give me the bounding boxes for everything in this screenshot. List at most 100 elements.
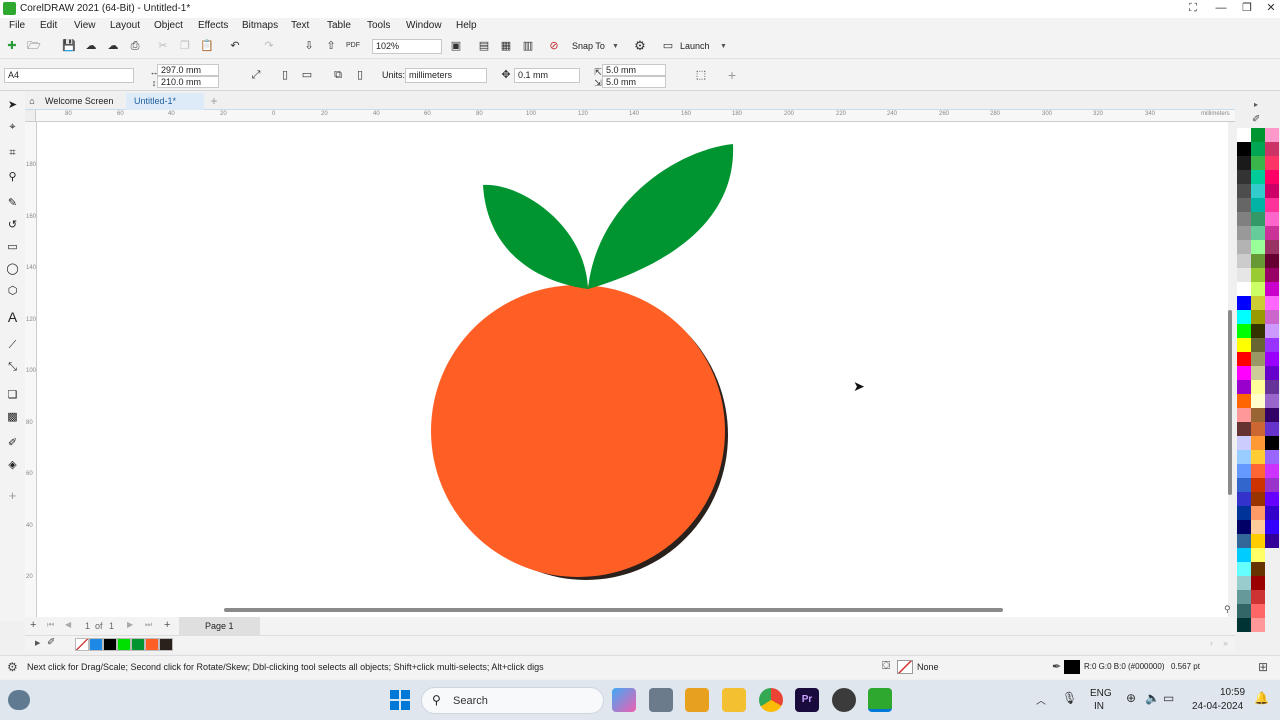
palette-swatch[interactable] [1265,268,1279,282]
launch-dropdown-icon[interactable]: ▼ [720,43,727,50]
horizontal-ruler[interactable]: 80 60 40 20 0 20 40 60 80 100 120 140 16… [25,110,1235,122]
palette-swatch[interactable] [1265,380,1279,394]
zoom-tool-icon[interactable]: ⚲ [4,169,21,186]
status-grid-icon[interactable]: ⊞ [1258,660,1268,674]
landscape-icon[interactable]: ▭ [299,67,315,83]
palette-swatch[interactable] [1237,492,1251,506]
windows-start-icon[interactable] [390,690,410,710]
palette-swatch[interactable] [1265,254,1279,268]
palette-swatch[interactable] [1265,198,1279,212]
outline-color-swatch[interactable] [1064,660,1080,674]
palette-swatch[interactable] [1251,576,1265,590]
palette-swatch[interactable] [1265,156,1279,170]
show-rulers-icon[interactable]: ▤ [476,38,492,54]
launch-icon[interactable]: ▭ [660,38,676,54]
publish-pdf-icon[interactable]: PDF [345,38,361,54]
crop-tool-icon[interactable]: ⌗ [4,145,21,162]
menu-tools[interactable]: Tools [367,20,390,31]
menu-help[interactable]: Help [456,20,477,31]
palette-swatch[interactable] [1265,282,1279,296]
palette-swatch[interactable] [1251,408,1265,422]
save-icon[interactable]: 💾 [61,38,77,54]
palette-swatch[interactable] [1265,478,1279,492]
palette-eyedropper-icon[interactable]: ✐ [1252,114,1260,125]
palette-swatch[interactable] [1237,450,1251,464]
menu-table[interactable]: Table [327,20,351,31]
current-page-icon[interactable]: ▯ [352,67,368,83]
import-icon[interactable]: ⇩ [301,38,317,54]
doc-palette-swatch[interactable] [131,638,145,651]
coreldraw-taskbar-icon[interactable] [868,688,892,712]
duplicate-y-field[interactable]: 5.0 mm [602,76,666,88]
connector-tool-icon[interactable]: ⤡ [4,359,21,376]
nudge-distance-field[interactable]: 0.1 mm [514,68,580,83]
palette-swatch[interactable] [1237,520,1251,534]
show-hidden-icons[interactable]: ︿ [1036,692,1046,707]
palette-swatch[interactable] [1237,240,1251,254]
palette-swatch[interactable] [1237,296,1251,310]
palette-swatch[interactable] [1237,338,1251,352]
palette-swatch[interactable] [1251,548,1265,562]
media-player-icon[interactable] [685,688,709,712]
palette-swatch[interactable] [1251,478,1265,492]
doc-palette-swatch[interactable] [117,638,131,651]
next-page-icon[interactable]: ▶ [127,620,133,629]
palette-scroll-up-icon[interactable]: ▸ [1254,100,1258,109]
treat-as-filled-icon[interactable]: ⬚ [693,67,709,83]
language-top[interactable]: ENG [1090,688,1112,699]
palette-swatch[interactable] [1237,422,1251,436]
doc-palette-eyedropper-icon[interactable]: ✐ [47,637,55,648]
obs-icon[interactable] [832,688,856,712]
drawing-canvas[interactable]: ➤ [37,122,1228,617]
palette-swatch[interactable] [1237,604,1251,618]
page-1-tab[interactable]: Page 1 [179,617,260,635]
palette-swatch[interactable] [1237,464,1251,478]
doc-palette-swatch[interactable] [103,638,117,651]
palette-swatch[interactable] [1237,198,1251,212]
right-leaf[interactable] [588,144,734,289]
palette-swatch[interactable] [1251,366,1265,380]
add-page-after-icon[interactable]: + [164,619,170,631]
palette-swatch[interactable] [1265,506,1279,520]
palette-swatch[interactable] [1265,450,1279,464]
palette-swatch[interactable] [1251,604,1265,618]
palette-swatch[interactable] [1265,142,1279,156]
palette-swatch[interactable] [1251,520,1265,534]
palette-swatch[interactable] [1251,268,1265,282]
palette-swatch[interactable] [1251,324,1265,338]
palette-swatch[interactable] [1265,436,1279,450]
palette-swatch[interactable] [1251,240,1265,254]
palette-swatch[interactable] [1237,366,1251,380]
palette-swatch[interactable] [1237,310,1251,324]
palette-swatch[interactable] [1237,590,1251,604]
previous-page-icon[interactable]: ◀ [65,620,71,629]
palette-swatch[interactable] [1251,310,1265,324]
palette-swatch[interactable] [1265,492,1279,506]
palette-swatch[interactable] [1265,296,1279,310]
print-icon[interactable]: ⎙ [127,38,143,54]
clock-time[interactable]: 10:59 [1220,687,1245,698]
artistic-media-tool-icon[interactable]: ↺ [4,217,21,234]
palette-swatch[interactable] [1265,520,1279,534]
palette-swatch[interactable] [1237,156,1251,170]
menu-edit[interactable]: Edit [40,20,57,31]
palette-swatch[interactable] [1265,212,1279,226]
palette-swatch[interactable] [1237,170,1251,184]
palette-swatch[interactable] [1237,534,1251,548]
redo-icon[interactable]: ↷ [261,38,277,54]
palette-swatch[interactable] [1265,366,1279,380]
units-select[interactable]: millimeters [405,68,487,83]
palette-swatch[interactable] [1237,380,1251,394]
doc-palette-swatch[interactable] [159,638,173,651]
portrait-icon[interactable]: ▯ [277,67,293,83]
palette-swatch[interactable] [1265,352,1279,366]
palette-swatch[interactable] [1237,282,1251,296]
palette-swatch[interactable] [1251,156,1265,170]
orange-body[interactable] [431,285,725,577]
palette-swatch[interactable] [1265,184,1279,198]
copilot-app-icon[interactable] [612,688,636,712]
add-tool-icon[interactable]: + [4,487,21,504]
doc-palette-menu-icon[interactable]: ▶ [35,639,40,647]
palette-swatch[interactable] [1237,436,1251,450]
palette-swatch[interactable] [1251,450,1265,464]
